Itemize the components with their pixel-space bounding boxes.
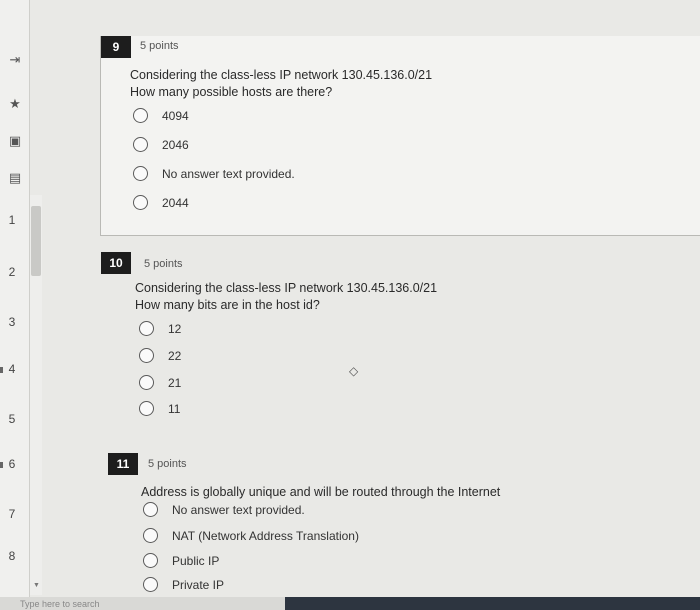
question-points: 5 points [144,258,183,270]
question-text: How many bits are in the host id? [135,298,320,312]
answer-label: No answer text provided. [172,502,305,517]
answer-label: Private IP [172,577,225,592]
radio-button[interactable] [139,321,154,336]
taskbar [0,597,700,610]
arrow-to-right-icon[interactable]: ⇥ [6,52,24,68]
question-text: Considering the class-less IP network 13… [135,281,438,295]
question-text: How many possible hosts are there? [130,85,333,99]
answer-label: 12 [168,321,182,336]
taskbar-apps-area [285,597,700,610]
question-navigator: ⇥ ★ ▣ ▤ 1 2 3 4 5 6 7 8 [0,0,30,610]
question-points: 5 points [140,40,179,52]
radio-button[interactable] [143,502,158,517]
answer-label: 4094 [162,108,189,123]
radio-button[interactable] [133,166,148,181]
answer-option[interactable]: 4094 [133,108,189,123]
question-text: Considering the class-less IP network 13… [130,68,433,82]
nav-question-2[interactable]: 2 [0,265,24,279]
scrollbar-thumb[interactable] [31,206,41,276]
answer-option[interactable]: 2044 [133,195,189,210]
nav-question-4[interactable]: 4 [0,362,24,376]
answer-label: Public IP [172,553,220,568]
radio-button[interactable] [139,348,154,363]
answer-option[interactable]: Public IP [143,553,219,568]
radio-button[interactable] [133,195,148,210]
question-points: 5 points [148,458,187,470]
radio-button[interactable] [139,375,154,390]
nav-question-3[interactable]: 3 [0,315,24,329]
answer-option[interactable]: No answer text provided. [133,166,295,181]
answer-label: 2044 [162,195,189,210]
nav-question-1[interactable]: 1 [0,213,24,227]
answer-label: No answer text provided. [162,166,295,181]
answer-option[interactable]: 2046 [133,137,189,152]
answer-option[interactable]: No answer text provided. [143,502,305,517]
answer-label: 2046 [162,137,189,152]
nav-question-8[interactable]: 8 [0,549,24,563]
scroll-down-icon[interactable]: ▼ [33,582,40,589]
radio-button[interactable] [133,137,148,152]
question-card-9 [100,36,700,236]
answer-option[interactable]: 12 [139,321,181,336]
radio-button[interactable] [143,577,158,592]
nav-question-5[interactable]: 5 [0,412,24,426]
nav-question-7[interactable]: 7 [0,507,24,521]
taskbar-search[interactable]: Type here to search [20,599,100,609]
question-number-badge: 9 [101,36,131,58]
mouse-cursor-icon: ◇ [349,364,359,378]
question-number-badge: 10 [101,252,131,274]
answer-label: NAT (Network Address Translation) [172,528,359,543]
answer-option[interactable]: 11 [139,401,180,416]
answer-label: 22 [168,348,182,363]
question-number-badge: 11 [108,453,138,475]
calculator-icon[interactable]: ▣ [6,133,24,149]
answer-label: 11 [168,401,181,416]
answer-option[interactable]: NAT (Network Address Translation) [143,528,359,543]
question-text: Address is globally unique and will be r… [141,485,501,499]
answer-option[interactable]: 22 [139,348,181,363]
answer-option[interactable]: 21 [139,375,181,390]
answer-label: 21 [168,375,182,390]
radio-button[interactable] [139,401,154,416]
radio-button[interactable] [133,108,148,123]
radio-button[interactable] [143,528,158,543]
star-icon[interactable]: ★ [6,96,24,112]
radio-button[interactable] [143,553,158,568]
answer-option[interactable]: Private IP [143,577,224,592]
nav-question-6[interactable]: 6 [0,457,24,471]
id-card-icon[interactable]: ▤ [6,170,24,186]
